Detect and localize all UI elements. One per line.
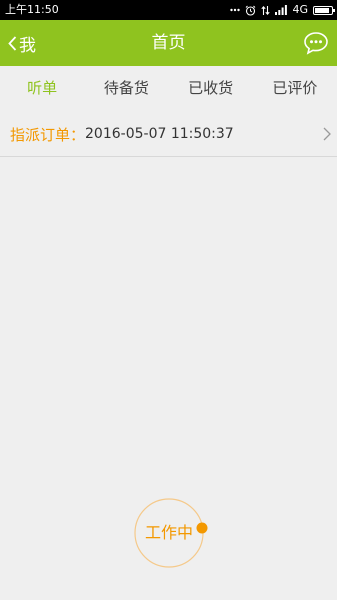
signal-icon: [275, 5, 288, 15]
order-time: 2016-05-07 11:50:37: [85, 126, 234, 142]
status-icons: 4G: [230, 0, 335, 20]
battery-icon: [313, 5, 335, 15]
title-bar: 我 首页: [0, 20, 337, 66]
network-type: 4G: [292, 3, 308, 16]
more-dots-icon: [230, 8, 241, 12]
chevron-right-icon: [323, 126, 331, 145]
alarm-icon: [245, 5, 256, 16]
battery-level: [315, 7, 329, 13]
work-status-button[interactable]: 工作中: [134, 496, 208, 570]
status-bar: 上午11:50 4G: [0, 0, 337, 20]
data-transfer-icon: [261, 5, 271, 16]
tab-bar: 听单 待备货 已收货 已评价: [0, 66, 337, 110]
tab-pending-stock[interactable]: 待备货: [84, 66, 168, 110]
work-status-label: 工作中: [144, 523, 193, 542]
status-time: 上午11:50: [5, 3, 59, 16]
message-button[interactable]: [303, 31, 329, 55]
tab-listen-orders[interactable]: 听单: [0, 66, 84, 110]
assigned-order-row[interactable]: 指派订单： 2016-05-07 11:50:37: [0, 112, 337, 157]
tab-received[interactable]: 已收货: [169, 66, 253, 110]
page-title: 首页: [151, 33, 186, 53]
tab-rated[interactable]: 已评价: [253, 66, 337, 110]
chat-bubble-icon: [304, 32, 328, 55]
order-label: 指派订单：: [10, 125, 86, 144]
